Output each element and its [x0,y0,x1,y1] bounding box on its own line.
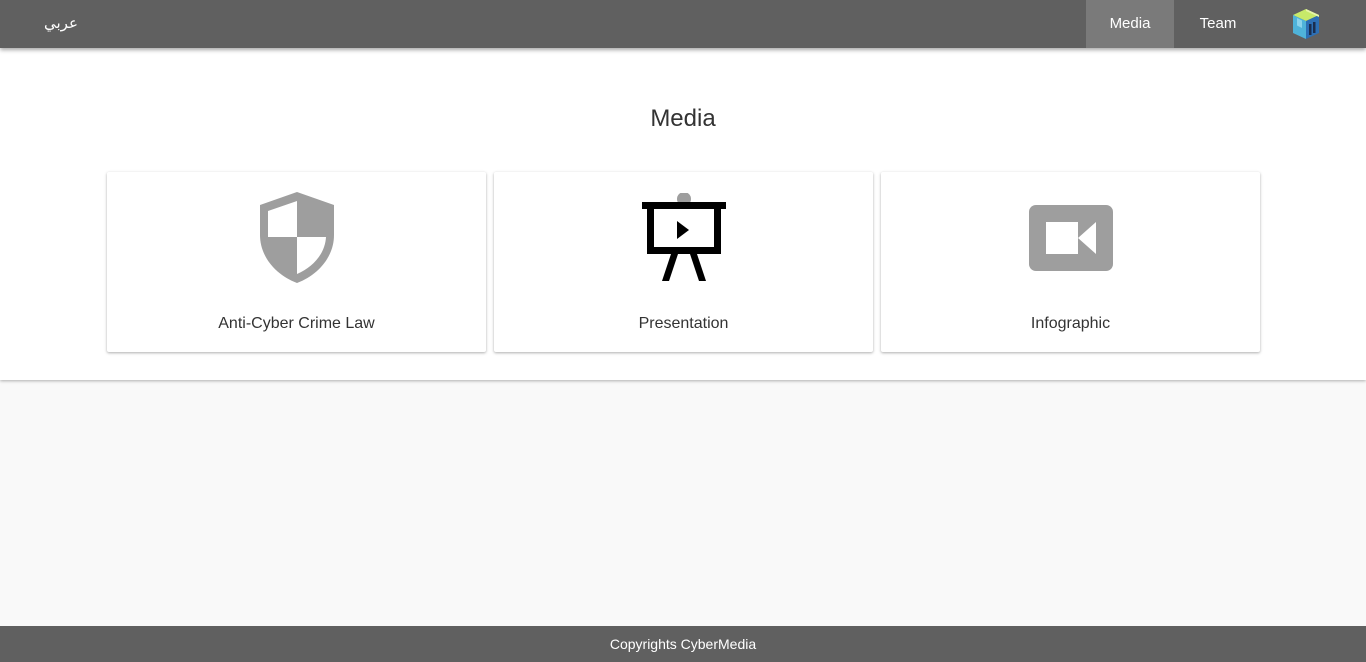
card-presentation[interactable]: Presentation [494,172,873,352]
card-anti-cyber-crime-law[interactable]: Anti-Cyber Crime Law [107,172,486,352]
cybermedia-cube-logo-icon[interactable] [1290,7,1322,41]
nav-item-media[interactable]: Media [1086,0,1174,48]
nav-item-team[interactable]: Team [1174,0,1262,48]
page-title: Media [650,105,716,132]
top-navbar: عربي Media Team [0,0,1366,48]
shield-icon [107,192,486,284]
video-camera-icon [881,192,1260,284]
card-infographic[interactable]: Infographic [881,172,1260,352]
card-label: Infographic [1030,315,1111,332]
card-label: Anti-Cyber Crime Law [218,315,375,332]
footer-copyright-text: Copyrights CyberMedia [609,636,757,652]
language-switch-link[interactable]: عربي [44,0,78,48]
media-section: Media Anti-Cyber Crime Law Presentation [0,48,1366,380]
presentation-easel-icon [494,192,873,284]
card-label: Presentation [638,315,729,332]
footer: Copyrights CyberMedia [0,626,1366,662]
